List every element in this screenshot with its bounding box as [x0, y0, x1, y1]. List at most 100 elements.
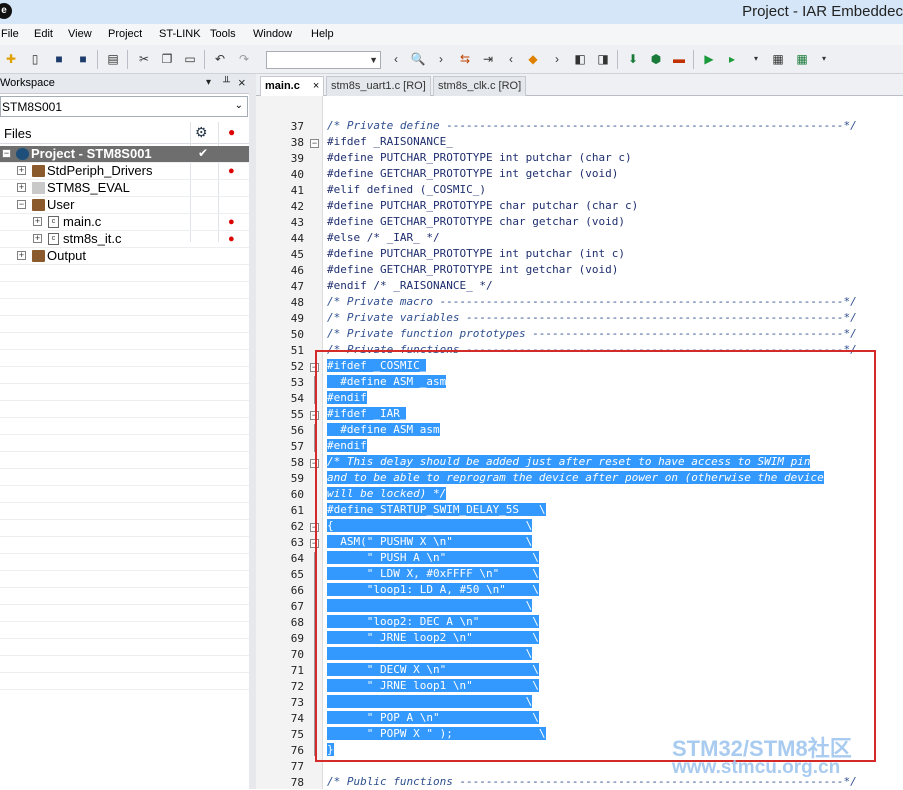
make-icon[interactable]: ⬢ — [648, 51, 664, 67]
line-number: 60 — [290, 488, 304, 501]
highlight-box — [315, 350, 876, 762]
close-icon[interactable]: × — [238, 75, 246, 90]
print-icon[interactable]: ▤ — [105, 51, 121, 67]
tree-gridline — [0, 213, 250, 214]
next-bookmark-icon[interactable]: ◨ — [595, 51, 611, 67]
tab-main-c[interactable]: main.c × — [260, 76, 325, 96]
menu-st-link[interactable]: ST-LINK — [159, 28, 201, 40]
modified-dot-icon: ● — [228, 165, 235, 177]
menu-window[interactable]: Window — [253, 28, 292, 40]
tree-gridline — [0, 536, 250, 537]
collapse-icon[interactable]: − — [17, 200, 26, 209]
code-line[interactable]: #define PUTCHAR_PROTOTYPE int putchar (c… — [327, 150, 632, 166]
download-and-debug-icon[interactable]: ▶ — [701, 51, 717, 67]
paste-icon[interactable]: ▭ — [182, 51, 198, 67]
new-file-icon[interactable]: ▯ — [27, 51, 43, 67]
expand-icon[interactable]: + — [17, 183, 26, 192]
tab-label: stm8s_clk.c [RO] — [438, 80, 522, 92]
find-icon[interactable]: 🔍 — [410, 51, 426, 67]
code-line[interactable]: #endif /* _RAISONANCE_ */ — [327, 278, 493, 294]
chevron-down-icon[interactable]: ⌄ — [235, 100, 243, 111]
replace-icon[interactable]: ⇆ — [457, 51, 473, 67]
tree-gridline — [0, 366, 250, 367]
code-line[interactable]: /* Private macro -----------------------… — [327, 294, 857, 310]
menu-edit[interactable]: Edit — [34, 28, 53, 40]
tree-gridline — [0, 417, 250, 418]
fold-toggle-icon[interactable]: − — [310, 139, 319, 148]
splitter[interactable] — [249, 74, 256, 789]
bookmark-icon[interactable]: ◆ — [525, 51, 541, 67]
expand-icon[interactable]: + — [17, 166, 26, 175]
tab-stm8s-uart1-c[interactable]: stm8s_uart1.c [RO] — [326, 76, 431, 96]
new-workspace-icon[interactable]: ✚ — [3, 51, 19, 67]
layout-icon[interactable]: ▦ — [770, 51, 786, 67]
expand-icon[interactable]: + — [17, 251, 26, 260]
iar-logo-icon[interactable]: e — [0, 3, 12, 19]
menu-help[interactable]: Help — [311, 28, 334, 40]
code-line[interactable]: #define GETCHAR_PROTOTYPE char getchar (… — [327, 214, 625, 230]
tab-label: stm8s_uart1.c [RO] — [331, 80, 426, 92]
menu-file[interactable]: File — [1, 28, 19, 40]
toolbar-separator — [127, 50, 128, 69]
line-number: 68 — [290, 616, 304, 629]
pin-icon[interactable]: ╨ — [223, 77, 230, 88]
compile-icon[interactable]: ⬇ — [625, 51, 641, 67]
code-line[interactable]: #ifdef _RAISONANCE_ — [327, 134, 453, 150]
line-number: 56 — [290, 424, 304, 437]
code-line[interactable]: #else /* _IAR_ */ — [327, 230, 440, 246]
modified-dot-icon: ● — [228, 233, 235, 245]
code-line[interactable]: #define PUTCHAR_PROTOTYPE char putchar (… — [327, 198, 638, 214]
chevron-down-icon[interactable]: ▼ — [369, 52, 378, 68]
go-to-line-icon[interactable]: ⇥ — [480, 51, 496, 67]
menu-tools[interactable]: Tools — [210, 28, 236, 40]
line-number: 73 — [290, 696, 304, 709]
code-line[interactable]: #define GETCHAR_PROTOTYPE int getchar (v… — [327, 262, 618, 278]
tree-item-stm8s-eval[interactable]: + STM8S_EVAL — [0, 180, 250, 197]
tree-item-main-c[interactable]: + c main.c ● — [0, 214, 250, 231]
tab-stm8s-clk-c[interactable]: stm8s_clk.c [RO] — [433, 76, 527, 96]
code-line[interactable]: #elif defined (_COSMIC_) — [327, 182, 486, 198]
line-number: 46 — [290, 264, 304, 277]
navigate-back-icon[interactable]: ‹ — [503, 51, 519, 67]
menu-project[interactable]: Project — [108, 28, 142, 40]
configuration-select[interactable]: STM8S001 ⌄ — [0, 96, 248, 117]
gear-icon[interactable]: ⚙ — [195, 124, 208, 141]
line-number: 63 — [290, 536, 304, 549]
tree-item-stdperiph-drivers[interactable]: + StdPeriph_Drivers ● — [0, 163, 250, 180]
redo-icon[interactable]: ↷ — [236, 51, 252, 67]
menu-view[interactable]: View — [68, 28, 92, 40]
find-previous-icon[interactable]: ‹ — [388, 51, 404, 67]
copy-icon[interactable]: ❐ — [159, 51, 175, 67]
code-line[interactable]: /* Private variables -------------------… — [327, 310, 857, 326]
chevron-down-icon[interactable]: ▾ — [206, 77, 211, 88]
code-line[interactable]: /* Private define ----------------------… — [327, 118, 857, 134]
code-line[interactable]: #define PUTCHAR_PROTOTYPE int putchar (i… — [327, 246, 625, 262]
close-icon[interactable]: × — [313, 80, 319, 92]
tree-item-user[interactable]: − User — [0, 197, 250, 214]
tree-item-project[interactable]: − Project - STM8S001 ✔ — [0, 146, 250, 163]
collapse-icon[interactable]: − — [2, 149, 11, 158]
expand-icon[interactable]: + — [33, 217, 42, 226]
expand-icon[interactable]: + — [33, 234, 42, 243]
previous-bookmark-icon[interactable]: ◧ — [572, 51, 588, 67]
undo-icon[interactable]: ↶ — [212, 51, 228, 67]
tree-gridline — [0, 230, 250, 231]
layout-icon[interactable]: ▦ — [794, 51, 810, 67]
debug-without-download-icon[interactable]: ▸ — [724, 51, 740, 67]
line-number: 52 — [290, 360, 304, 373]
find-combo[interactable]: ▼ — [266, 51, 381, 69]
save-icon[interactable]: ■ — [51, 51, 67, 67]
stop-build-icon[interactable]: ▬ — [671, 51, 687, 67]
find-next-icon[interactable]: › — [433, 51, 449, 67]
chevron-down-icon[interactable]: ▾ — [748, 51, 764, 67]
tree-gridline — [0, 468, 250, 469]
tree-item-output[interactable]: + Output — [0, 248, 250, 265]
navigate-forward-icon[interactable]: › — [549, 51, 565, 67]
tree-item-stm8s-it-c[interactable]: + c stm8s_it.c ● — [0, 231, 250, 248]
code-line[interactable]: #define GETCHAR_PROTOTYPE int getchar (v… — [327, 166, 618, 182]
chevron-down-icon[interactable]: ▾ — [816, 51, 832, 67]
save-all-icon[interactable]: ■ — [75, 51, 91, 67]
cut-icon[interactable]: ✂ — [136, 51, 152, 67]
modified-dot-icon: ● — [228, 216, 235, 228]
code-line[interactable]: /* Private function prototypes ---------… — [327, 326, 857, 342]
